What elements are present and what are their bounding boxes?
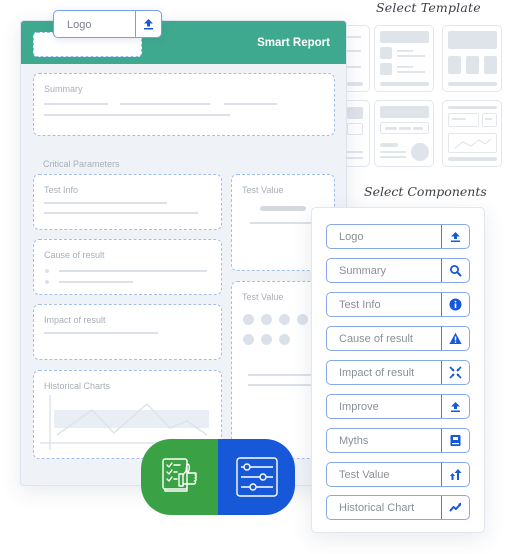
approve-checklist-button[interactable] [141,439,218,515]
book-icon [450,435,461,446]
collapse-arrows-icon [449,366,462,379]
test-info-drop-zone[interactable]: Test Info [33,174,222,230]
component-label: Test Info [339,299,381,311]
component-myths[interactable]: Myths [326,428,470,453]
test-value-label: Test Value [242,185,284,195]
component-add-button[interactable] [441,429,469,452]
component-label: Historical Chart [339,502,415,514]
logo-input-dragging[interactable]: Logo [53,10,162,38]
impact-of-result-drop-zone[interactable]: Impact of result [33,304,222,360]
select-template-heading: Select Template [376,0,481,15]
test-value-label-2: Test Value [242,292,284,302]
action-badge [141,439,295,515]
settings-sliders-button[interactable] [218,439,295,515]
component-add-button[interactable] [441,395,469,418]
template-thumbnail[interactable] [442,100,502,167]
historical-charts-label: Historical Charts [44,381,111,391]
component-test-value[interactable]: Test Value [326,462,470,487]
upload-icon [144,19,153,30]
info-icon [449,298,462,311]
trend-chart-icon [449,502,462,512]
component-label: Cause of result [339,333,413,345]
upload-icon [451,402,460,412]
component-add-button[interactable] [441,463,469,486]
component-cause-of-result[interactable]: Cause of result [326,326,470,351]
upload-icon [451,232,460,242]
logo-input-value: Logo [67,19,92,31]
sort-arrows-icon [450,469,462,480]
smart-report-card: Smart Report Summary Critical Parameters… [20,20,347,486]
component-historical-chart[interactable]: Historical Chart [326,495,470,520]
trend-line-icon [454,138,492,149]
checklist-thumbs-up-icon [161,458,197,492]
component-label: Logo [339,231,364,243]
template-thumbnail[interactable] [442,25,502,92]
summary-label: Summary [44,84,83,94]
component-add-button[interactable] [441,496,469,519]
cause-of-result-label: Cause of result [44,250,105,260]
report-title: Smart Report [257,37,330,49]
impact-of-result-label: Impact of result [44,315,106,325]
component-label: Summary [339,265,387,277]
component-impact-of-result[interactable]: Impact of result [326,360,470,385]
component-logo[interactable]: Logo [326,224,470,249]
select-components-heading: Select Components [364,184,487,199]
critical-parameters-label: Critical Parameters [43,159,120,169]
sliders-icon [235,457,278,497]
upload-button[interactable] [135,11,161,37]
components-panel: Logo Summary Test Info Cause of result I… [311,207,485,533]
component-improve[interactable]: Improve [326,394,470,419]
component-label: Myths [339,435,369,447]
component-add-button[interactable] [441,327,469,350]
template-thumbnail[interactable] [374,25,434,92]
template-thumbnail[interactable] [374,100,434,167]
summary-drop-zone[interactable]: Summary [33,73,335,136]
component-add-button[interactable] [441,225,469,248]
search-icon [450,265,462,277]
component-add-button[interactable] [441,361,469,384]
component-label: Impact of result [339,367,415,379]
test-info-label: Test Info [44,185,79,195]
component-test-info[interactable]: Test Info [326,292,470,317]
component-add-button[interactable] [441,259,469,282]
cause-of-result-drop-zone[interactable]: Cause of result [33,239,222,295]
component-add-button[interactable] [441,293,469,316]
warning-icon [449,332,462,344]
component-label: Improve [339,401,379,413]
component-summary[interactable]: Summary [326,258,470,283]
component-label: Test Value [339,469,390,481]
